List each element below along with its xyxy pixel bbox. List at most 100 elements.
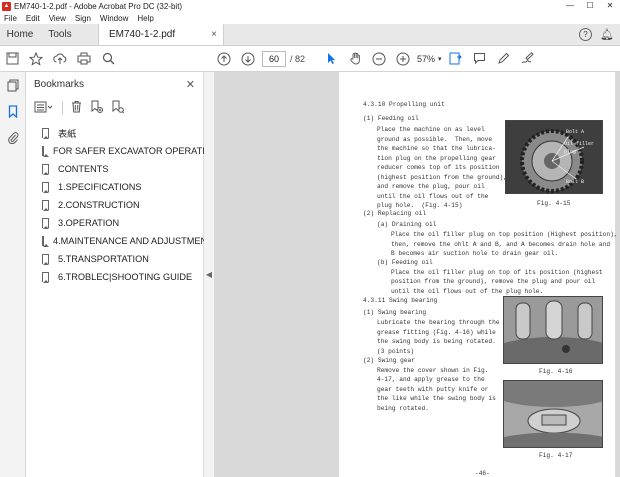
search-icon[interactable] xyxy=(96,46,120,72)
bookmark-label: CONTENTS xyxy=(58,164,109,174)
page-text-line: until the oil flows out of the plug hole… xyxy=(391,287,544,295)
next-page-icon[interactable] xyxy=(236,46,260,72)
bookmark-options-icon[interactable] xyxy=(34,101,54,116)
bookmark-item[interactable]: 3.OPERATION xyxy=(26,214,203,232)
page-text-line: being rotated. xyxy=(377,404,429,412)
zoom-in-icon[interactable] xyxy=(391,46,415,72)
bookmarks-panel-icon[interactable] xyxy=(0,98,26,124)
bookmarks-title: Bookmarks xyxy=(34,78,85,90)
figure-caption: Fig. 4-16 xyxy=(539,368,573,375)
page-text-line: tion plug on the propelling gear xyxy=(377,154,496,162)
page-text-line: the machine so that the lubrica- xyxy=(377,145,496,152)
bookmark-item[interactable]: 5.TRANSPORTATION xyxy=(26,250,203,268)
attachments-icon[interactable] xyxy=(0,124,26,150)
bookmark-item[interactable]: CONTENTS xyxy=(26,160,203,178)
save-icon[interactable] xyxy=(0,46,24,72)
bell-icon[interactable]: 🔔︎ xyxy=(600,28,614,41)
bookmark-item[interactable]: 1.SPECIFICATIONS xyxy=(26,178,203,196)
comment-icon[interactable] xyxy=(468,46,492,72)
tab-tools[interactable]: Tools xyxy=(40,24,80,45)
photo-label: Bolt B xyxy=(566,179,585,185)
page-text-line: Lubricate the bearing through the xyxy=(377,319,500,326)
tab-home[interactable]: Home xyxy=(0,24,40,45)
select-cursor-icon[interactable] xyxy=(319,46,343,72)
minimize-button[interactable]: — xyxy=(560,0,580,12)
bookmark-star-icon[interactable] xyxy=(24,46,48,72)
previous-page-icon[interactable] xyxy=(212,46,236,72)
figure-caption: Fig. 4-15 xyxy=(537,200,571,207)
bookmark-icon xyxy=(42,146,49,157)
bookmark-label: 表紙 xyxy=(58,129,77,139)
bookmarks-toolbar xyxy=(26,96,203,120)
bookmark-icon xyxy=(42,128,49,139)
hand-tool-icon[interactable] xyxy=(343,46,367,72)
pdf-page: 4.3.10 Propelling unit (1) Feeding oil P… xyxy=(339,72,618,477)
panel-splitter[interactable]: ◀ xyxy=(204,72,215,477)
page-text-line: and remove the plug, pour oil xyxy=(377,183,485,190)
upload-cloud-icon[interactable] xyxy=(48,46,72,72)
close-panel-icon[interactable]: ✕ xyxy=(186,78,195,91)
bookmark-icon xyxy=(42,272,49,283)
page-footer-number: -46- xyxy=(475,470,490,477)
tab-document[interactable]: EM740-1-2.pdf × xyxy=(98,24,224,45)
page-text-line: grease fitting (Fig. 4-16) while xyxy=(377,328,496,336)
bookmark-icon xyxy=(42,236,49,247)
bookmark-item[interactable]: 2.CONSTRUCTION xyxy=(26,196,203,214)
close-window-button[interactable]: ✕ xyxy=(600,0,620,12)
bookmark-label: 6.TROBLEC|SHOOTING GUIDE xyxy=(58,272,193,282)
pen-highlight-icon[interactable] xyxy=(492,46,516,72)
title-bar: ▲ EM740-1-2.pdf - Adobe Acrobat Pro DC (… xyxy=(0,0,620,12)
maximize-button[interactable]: ☐ xyxy=(580,0,600,12)
bookmark-item[interactable]: 4.MAINTENANCE AND ADJUSTMENT xyxy=(26,232,213,250)
tab-bar: Home Tools EM740-1-2.pdf × ? 🔔︎ xyxy=(0,24,620,46)
section-heading: 4.3.11 Swing bearing xyxy=(363,297,438,304)
subsection-heading: (1) Swing bearing xyxy=(363,309,427,316)
bookmark-item[interactable]: 表紙 xyxy=(26,124,203,142)
subsection-heading: (b) Feeding oil xyxy=(377,259,433,266)
zoom-value: 57% xyxy=(417,53,436,64)
page-text-line: Place the machine on as level xyxy=(377,126,485,133)
bookmark-label: 5.TRANSPORTATION xyxy=(58,254,149,264)
bookmarks-panel: Bookmarks ✕ 表紙 FOR SAFER EXCAVATOR OPERA… xyxy=(26,72,219,477)
bookmark-icon xyxy=(42,164,49,175)
bookmark-list: 表紙 FOR SAFER EXCAVATOR OPERATION CONTENT… xyxy=(26,124,219,286)
page-display-icon[interactable] xyxy=(444,46,468,72)
menu-help[interactable]: Help xyxy=(137,14,153,23)
tab-bar-right: ? 🔔︎ xyxy=(579,24,620,45)
zoom-out-icon[interactable] xyxy=(367,46,391,72)
zoom-dropdown[interactable]: 57% ▾ xyxy=(417,54,442,64)
page-number-input[interactable]: 60 xyxy=(262,50,286,67)
tab-close-icon[interactable]: × xyxy=(211,29,217,40)
bookmark-icon xyxy=(42,200,49,211)
fill-sign-icon[interactable] xyxy=(516,46,540,72)
print-icon[interactable] xyxy=(72,46,96,72)
page-text-line: ground as possible. Then, move xyxy=(377,135,493,143)
menu-view[interactable]: View xyxy=(49,14,66,23)
help-icon[interactable]: ? xyxy=(579,28,593,41)
menu-sign[interactable]: Sign xyxy=(75,14,91,23)
collapse-panel-icon[interactable]: ◀ xyxy=(206,270,212,279)
bookmarks-toolbar-divider xyxy=(62,101,63,115)
window-controls: — ☐ ✕ xyxy=(560,0,620,12)
menu-window[interactable]: Window xyxy=(100,14,128,23)
bookmark-item[interactable]: FOR SAFER EXCAVATOR OPERATION xyxy=(26,142,219,160)
subsection-heading: (1) Feeding oil xyxy=(363,115,419,122)
document-viewport[interactable]: 4.3.10 Propelling unit (1) Feeding oil P… xyxy=(215,72,620,477)
bookmark-label: 4.MAINTENANCE AND ADJUSTMENT xyxy=(53,236,213,246)
bookmark-label: 1.SPECIFICATIONS xyxy=(58,182,142,192)
page-text-line: (3 points) xyxy=(377,347,415,355)
bookmark-item[interactable]: 6.TROBLEC|SHOOTING GUIDE xyxy=(26,268,203,286)
menu-edit[interactable]: Edit xyxy=(26,14,40,23)
trash-icon[interactable] xyxy=(71,100,82,116)
chevron-down-icon: ▾ xyxy=(438,55,442,63)
figure-caption: Fig. 4-17 xyxy=(539,452,573,459)
bookmark-from-selection-icon[interactable] xyxy=(111,100,125,116)
figure-4-15-photo: Bolt A Oil filler plug Bolt B xyxy=(505,120,603,194)
menu-file[interactable]: File xyxy=(4,14,17,23)
page-thumbnails-icon[interactable] xyxy=(0,72,26,98)
new-bookmark-icon[interactable] xyxy=(90,100,103,116)
page-text-line: until the oil flows out of the xyxy=(377,192,489,200)
bookmark-icon xyxy=(42,218,49,229)
subsection-heading: (a) Draining oil xyxy=(377,221,437,228)
tab-document-label: EM740-1-2.pdf xyxy=(109,29,176,40)
